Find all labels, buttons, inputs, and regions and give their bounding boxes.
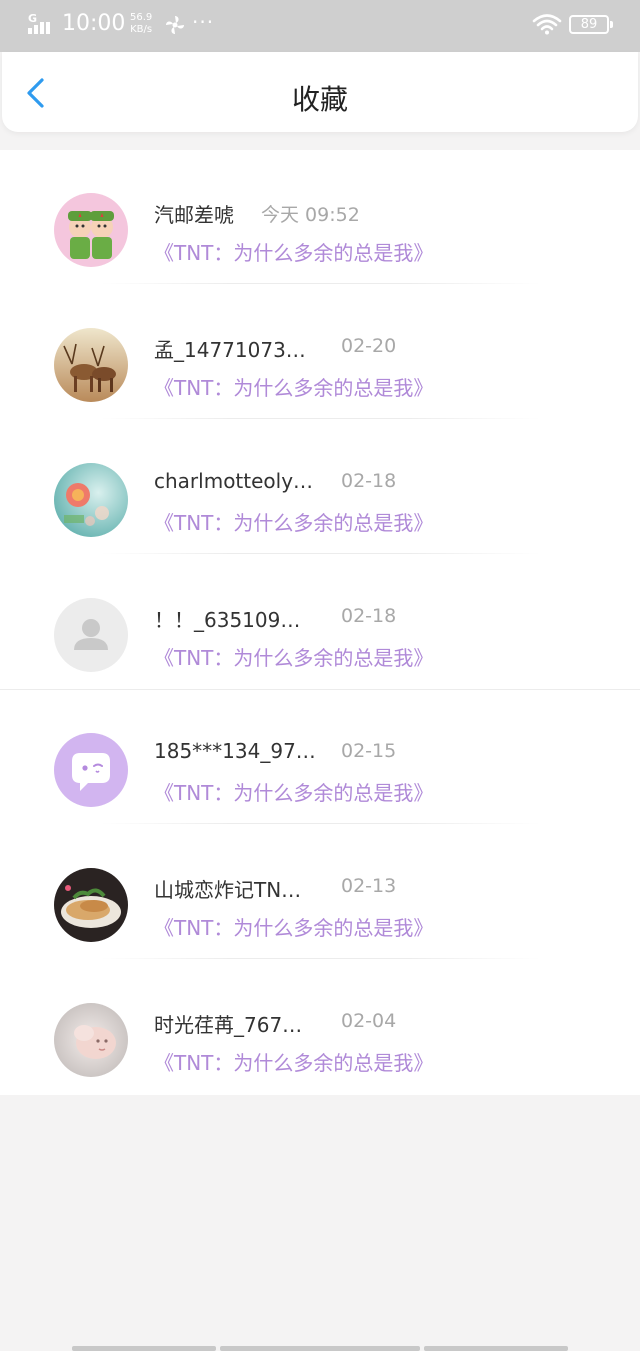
list-item[interactable]: ！！_635109… 02-18 《TNT：为什么多余的总是我》 xyxy=(0,555,640,690)
divider xyxy=(100,283,540,284)
avatar[interactable] xyxy=(54,1003,128,1077)
nav-indicator-right[interactable] xyxy=(424,1346,568,1351)
header-bar: 收藏 xyxy=(2,52,638,132)
divider xyxy=(100,958,540,959)
clock: 10:00 xyxy=(62,11,126,36)
item-username: 汽邮差唬 xyxy=(154,203,234,227)
avatar[interactable] xyxy=(54,328,128,402)
network-speed-value: 56.9 xyxy=(130,12,153,23)
list-item[interactable]: 汽邮差唬 今天 09:52 《TNT：为什么多余的总是我》 xyxy=(0,150,640,285)
item-article-title[interactable]: 《TNT：为什么多余的总是我》 xyxy=(154,777,433,806)
item-timestamp: 今天 09:52 xyxy=(261,204,360,226)
list-item[interactable]: 时光荏苒_767… 02-04 《TNT：为什么多余的总是我》 xyxy=(0,960,640,1095)
item-article-title[interactable]: 《TNT：为什么多余的总是我》 xyxy=(154,372,433,401)
nav-indicator-center[interactable] xyxy=(220,1346,420,1351)
network-type-label: G xyxy=(28,12,38,25)
item-article-title[interactable]: 《TNT：为什么多余的总是我》 xyxy=(154,642,433,671)
item-timestamp: 02-13 xyxy=(341,875,397,897)
list-item[interactable]: charlmotteoly… 02-18 《TNT：为什么多余的总是我》 xyxy=(0,420,640,555)
more-dots: ··· xyxy=(192,10,215,34)
avatar[interactable] xyxy=(54,868,128,942)
network-speed-unit: KB/s xyxy=(130,24,153,35)
divider xyxy=(100,553,540,554)
battery-indicator: 89 xyxy=(569,15,613,34)
item-username: 山城恋炸记TN… xyxy=(154,878,302,902)
network-speed: 56.9 KB/s xyxy=(130,12,152,36)
status-bar: G 10:00 56.9 KB/s ··· 89 xyxy=(0,0,640,52)
divider xyxy=(100,823,540,824)
item-article-title[interactable]: 《TNT：为什么多余的总是我》 xyxy=(154,237,433,266)
item-timestamp: 02-18 xyxy=(341,605,397,627)
item-timestamp: 02-15 xyxy=(341,740,397,762)
favorites-list: 汽邮差唬 今天 09:52 《TNT：为什么多余的总是我》 孟_14771073… xyxy=(0,150,640,1095)
item-username: 时光荏苒_767… xyxy=(154,1013,303,1037)
item-username: 185***134_97… xyxy=(154,739,316,763)
list-item[interactable]: 山城恋炸记TN… 02-13 《TNT：为什么多余的总是我》 xyxy=(0,825,640,960)
nav-indicator-left[interactable] xyxy=(72,1346,216,1351)
wifi-icon xyxy=(532,13,562,35)
fan-icon xyxy=(164,14,186,36)
item-username: charlmotteoly… xyxy=(154,469,314,493)
item-article-title[interactable]: 《TNT：为什么多余的总是我》 xyxy=(154,1047,433,1076)
item-timestamp: 02-04 xyxy=(341,1010,397,1032)
divider xyxy=(100,418,540,419)
page-title: 收藏 xyxy=(291,83,348,116)
item-username: 孟_14771073… xyxy=(154,338,306,362)
avatar[interactable] xyxy=(54,463,128,537)
list-item[interactable]: 185***134_97… 02-15 《TNT：为什么多余的总是我》 xyxy=(0,690,640,825)
item-timestamp: 02-20 xyxy=(341,335,397,357)
item-timestamp: 02-18 xyxy=(341,470,397,492)
default-user-icon[interactable] xyxy=(54,598,128,672)
item-article-title[interactable]: 《TNT：为什么多余的总是我》 xyxy=(154,912,433,941)
list-item[interactable]: 孟_14771073… 02-20 《TNT：为什么多余的总是我》 xyxy=(0,285,640,420)
signal-icon: G xyxy=(26,12,56,36)
item-username: ！！_635109… xyxy=(154,608,301,632)
chat-bubble-icon[interactable] xyxy=(54,733,128,807)
avatar[interactable] xyxy=(54,193,128,267)
item-article-title[interactable]: 《TNT：为什么多余的总是我》 xyxy=(154,507,433,536)
